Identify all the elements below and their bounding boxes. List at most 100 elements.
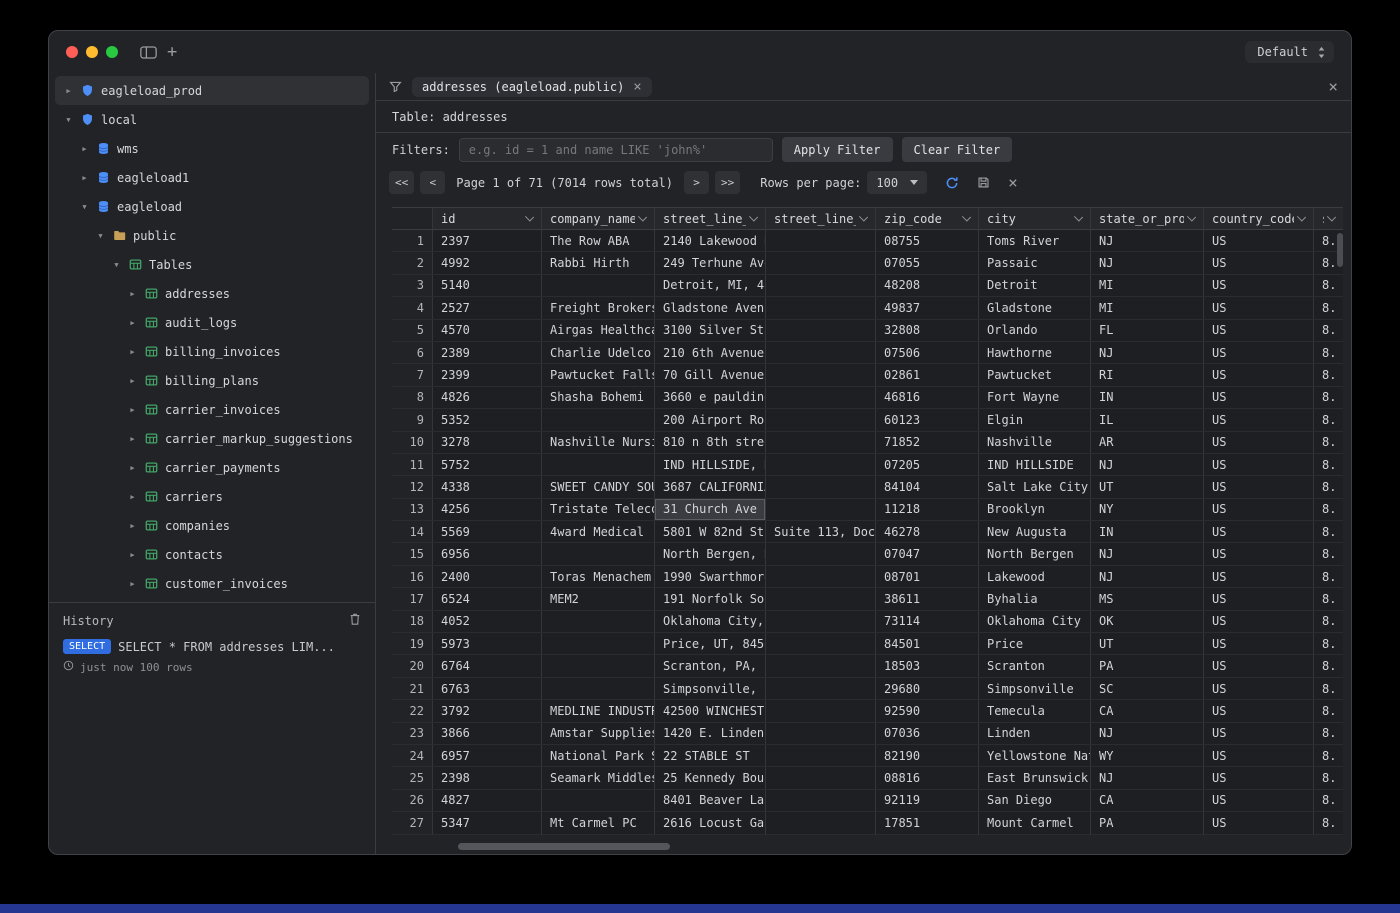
table-row[interactable]: 176524MEM2191 Norfolk Sou38611ByhaliaMSU… bbox=[392, 588, 1343, 610]
cell-street_line_1[interactable]: 1420 E. Linden A bbox=[655, 723, 766, 744]
chevron-right-icon[interactable]: ▶ bbox=[127, 377, 138, 385]
table-row[interactable]: 95352200 Airport Road60123ElginILUS8. bbox=[392, 409, 1343, 431]
cell-sh[interactable]: 8. bbox=[1314, 432, 1343, 453]
cell-id[interactable]: 6956 bbox=[433, 543, 542, 564]
table-row[interactable]: 124338SWEET CANDY SOU3687 CALIFORNIA8410… bbox=[392, 476, 1343, 498]
cell-company_name[interactable] bbox=[542, 678, 655, 699]
chevron-down-icon[interactable] bbox=[1297, 212, 1306, 221]
cell-company_name[interactable]: Airgas Healthca bbox=[542, 320, 655, 341]
cell-company_name[interactable]: Toras Menachem bbox=[542, 566, 655, 587]
cell-street_line_2[interactable] bbox=[766, 320, 876, 341]
table-row[interactable]: 134256Tristate Teleco31 Church Ave11218B… bbox=[392, 499, 1343, 521]
cell-city[interactable]: Linden bbox=[979, 723, 1091, 744]
row-number[interactable]: 9 bbox=[392, 409, 433, 430]
cell-id[interactable]: 6763 bbox=[433, 678, 542, 699]
cell-zip_code[interactable]: 46816 bbox=[876, 387, 979, 408]
cell-country_code[interactable]: US bbox=[1204, 297, 1314, 318]
cell-zip_code[interactable]: 08816 bbox=[876, 767, 979, 788]
cell-country_code[interactable]: US bbox=[1204, 767, 1314, 788]
cell-id[interactable]: 3866 bbox=[433, 723, 542, 744]
row-number[interactable]: 6 bbox=[392, 342, 433, 363]
column-header-company_name[interactable]: company_name bbox=[542, 208, 655, 229]
chevron-right-icon[interactable]: ▶ bbox=[63, 87, 74, 95]
chevron-right-icon[interactable]: ▶ bbox=[127, 290, 138, 298]
cell-id[interactable]: 5140 bbox=[433, 275, 542, 296]
cell-state_or_province[interactable]: WY bbox=[1091, 745, 1204, 766]
tree-item-billing_plans[interactable]: ▶billing_plans bbox=[55, 366, 369, 395]
cell-street_line_1[interactable]: 70 Gill Avenue bbox=[655, 364, 766, 385]
cell-street_line_2[interactable] bbox=[766, 745, 876, 766]
chevron-right-icon[interactable]: ▶ bbox=[127, 522, 138, 530]
cell-id[interactable]: 2400 bbox=[433, 566, 542, 587]
chevron-right-icon[interactable]: ▶ bbox=[127, 406, 138, 414]
cell-country_code[interactable]: US bbox=[1204, 678, 1314, 699]
cell-country_code[interactable]: US bbox=[1204, 252, 1314, 273]
cell-city[interactable]: Brooklyn bbox=[979, 499, 1091, 520]
cell-city[interactable]: Oklahoma City bbox=[979, 611, 1091, 632]
cell-street_line_1[interactable]: 210 6th Avenue bbox=[655, 342, 766, 363]
table-row[interactable]: 24992Rabbi Hirth249 Terhune Aver07055Pas… bbox=[392, 252, 1343, 274]
cell-street_line_1[interactable]: 1990 Swarthmore bbox=[655, 566, 766, 587]
cell-street_line_1[interactable]: 3687 CALIFORNIA bbox=[655, 476, 766, 497]
column-header-city[interactable]: city bbox=[979, 208, 1091, 229]
cell-street_line_2[interactable] bbox=[766, 588, 876, 609]
chevron-down-icon[interactable] bbox=[962, 212, 971, 221]
cell-state_or_province[interactable]: UT bbox=[1091, 633, 1204, 654]
cell-company_name[interactable]: Pawtucket Falls bbox=[542, 364, 655, 385]
horizontal-scrollbar[interactable] bbox=[458, 843, 670, 850]
row-number[interactable]: 19 bbox=[392, 633, 433, 654]
row-number[interactable]: 18 bbox=[392, 611, 433, 632]
tree-item-Tables[interactable]: ▼Tables bbox=[55, 250, 369, 279]
tree-item-carrier_markup_suggestions[interactable]: ▶carrier_markup_suggestions bbox=[55, 424, 369, 453]
cell-sh[interactable]: 8. bbox=[1314, 566, 1343, 587]
table-row[interactable]: 162400Toras Menachem1990 Swarthmore08701… bbox=[392, 566, 1343, 588]
cell-state_or_province[interactable]: PA bbox=[1091, 812, 1204, 833]
cell-country_code[interactable]: US bbox=[1204, 409, 1314, 430]
row-number[interactable]: 15 bbox=[392, 543, 433, 564]
cell-sh[interactable]: 8. bbox=[1314, 723, 1343, 744]
cell-id[interactable]: 4826 bbox=[433, 387, 542, 408]
table-row[interactable]: 223792MEDLINE INDUSTR42500 WINCHESTE9259… bbox=[392, 700, 1343, 722]
cell-id[interactable]: 4992 bbox=[433, 252, 542, 273]
refresh-icon[interactable] bbox=[945, 176, 959, 190]
table-row[interactable]: 103278Nashville Nursi810 n 8th street718… bbox=[392, 432, 1343, 454]
cell-state_or_province[interactable]: CA bbox=[1091, 700, 1204, 721]
row-number[interactable]: 17 bbox=[392, 588, 433, 609]
table-row[interactable]: 275347Mt Carmel PC2616 Locust Gap17851Mo… bbox=[392, 812, 1343, 834]
cell-state_or_province[interactable]: NJ bbox=[1091, 454, 1204, 475]
cell-street_line_2[interactable] bbox=[766, 633, 876, 654]
filter-input[interactable] bbox=[459, 138, 773, 162]
panel-close-icon[interactable]: × bbox=[1328, 79, 1338, 95]
table-row[interactable]: 216763Simpsonville, SC29680SimpsonvilleS… bbox=[392, 678, 1343, 700]
cell-city[interactable]: Byhalia bbox=[979, 588, 1091, 609]
cell-company_name[interactable]: Seamark Middles bbox=[542, 767, 655, 788]
table-row[interactable]: 184052Oklahoma City, O73114Oklahoma City… bbox=[392, 611, 1343, 633]
cell-city[interactable]: Salt Lake City bbox=[979, 476, 1091, 497]
chevron-down-icon[interactable]: ▼ bbox=[63, 116, 74, 124]
cell-zip_code[interactable]: 38611 bbox=[876, 588, 979, 609]
cell-state_or_province[interactable]: AR bbox=[1091, 432, 1204, 453]
cell-city[interactable]: Hawthorne bbox=[979, 342, 1091, 363]
cell-state_or_province[interactable]: IN bbox=[1091, 387, 1204, 408]
column-header-street_line_2[interactable]: street_line_2 bbox=[766, 208, 876, 229]
tree-item-audit_logs[interactable]: ▶audit_logs bbox=[55, 308, 369, 337]
apply-filter-button[interactable]: Apply Filter bbox=[782, 137, 893, 162]
chevron-down-icon[interactable] bbox=[749, 212, 758, 221]
cell-sh[interactable]: 8. bbox=[1314, 342, 1343, 363]
cell-state_or_province[interactable]: NJ bbox=[1091, 230, 1204, 251]
chevron-right-icon[interactable]: ▶ bbox=[127, 464, 138, 472]
cell-sh[interactable]: 8. bbox=[1314, 633, 1343, 654]
cell-city[interactable]: Orlando bbox=[979, 320, 1091, 341]
cell-id[interactable]: 5352 bbox=[433, 409, 542, 430]
cell-company_name[interactable] bbox=[542, 611, 655, 632]
cell-country_code[interactable]: US bbox=[1204, 543, 1314, 564]
row-number[interactable]: 20 bbox=[392, 655, 433, 676]
next-page-button[interactable]: > bbox=[684, 171, 709, 194]
cell-company_name[interactable]: 4ward Medical bbox=[542, 521, 655, 542]
cell-sh[interactable]: 8. bbox=[1314, 678, 1343, 699]
chevron-down-icon[interactable] bbox=[1074, 212, 1083, 221]
cell-country_code[interactable]: US bbox=[1204, 700, 1314, 721]
tree-item-eagleload[interactable]: ▼eagleload bbox=[55, 192, 369, 221]
table-row[interactable]: 206764Scranton, PA, 1818503ScrantonPAUS8… bbox=[392, 655, 1343, 677]
cell-street_line_1[interactable]: 2140 Lakewood Rd bbox=[655, 230, 766, 251]
